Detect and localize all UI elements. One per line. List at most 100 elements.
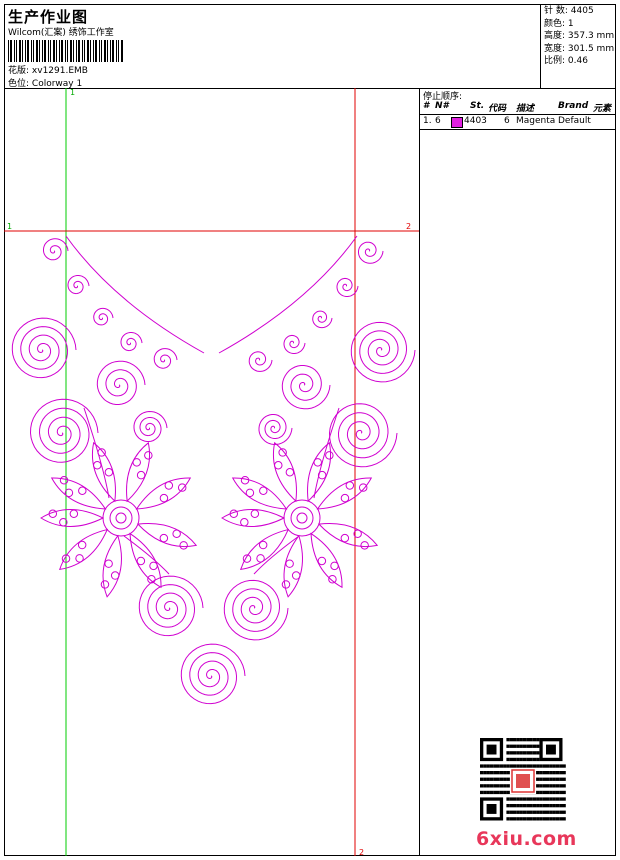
neckline-spiral <box>120 332 143 352</box>
petal-dot <box>149 561 158 571</box>
center-bottom-spiral <box>180 643 246 705</box>
petal-dot <box>69 509 79 518</box>
design-label: 花版: <box>8 66 30 76</box>
flower-petal <box>310 532 343 589</box>
design-value: xv1291.EMB <box>31 66 88 76</box>
guide-label-top: 1 <box>70 88 75 97</box>
design-file: 花版: xv1291.EMB <box>8 63 88 76</box>
company-name: Wilcom(汇案) 绣饰工作室 <box>8 28 114 38</box>
petal-dot <box>172 529 181 538</box>
large-spiral <box>328 403 398 468</box>
guide-label-left: 1 <box>7 222 12 231</box>
neckline-spiral <box>67 275 90 295</box>
col-element: 元素 <box>593 104 612 114</box>
neckline-spiral <box>93 307 114 326</box>
petal-dot <box>291 571 301 580</box>
petal-dot <box>285 559 294 568</box>
flower-center-inner <box>290 506 314 530</box>
petal-dot <box>250 509 260 518</box>
bottom-spiral <box>138 575 204 637</box>
flower-center <box>102 499 140 537</box>
row-brand: Default <box>558 116 591 126</box>
flower-petal <box>307 441 332 503</box>
row-desc: Magenta <box>516 116 556 126</box>
petal-dot <box>313 458 322 467</box>
petal-dot <box>59 475 69 485</box>
petal-dot <box>78 486 87 495</box>
neckline-spiral <box>248 351 273 372</box>
petal-dot <box>256 554 265 563</box>
flower-petal <box>272 441 297 503</box>
flower-petal <box>40 509 105 527</box>
barcode <box>8 40 123 62</box>
petal-dot <box>110 571 120 580</box>
petal-dot <box>132 458 141 467</box>
petal-dot <box>164 481 174 490</box>
stop-table-header: # N# St. 代码 描述 Brand 元素 <box>420 100 616 115</box>
neckline-spiral <box>43 238 69 261</box>
stat-scale: 比例: 0.46 <box>544 56 588 66</box>
petal-dot <box>75 554 84 563</box>
petal-dot <box>179 541 188 550</box>
design-canvas: 1 1 2 2 <box>4 88 419 856</box>
flower-petal <box>231 477 288 510</box>
petal-dot <box>77 540 87 550</box>
table-row: 1. 6 4403 6 Magenta Default <box>420 115 616 130</box>
petal-dot <box>259 486 268 495</box>
petal-dot <box>340 493 350 503</box>
neckline-spiral <box>358 241 384 264</box>
col-brand: Brand <box>558 101 589 111</box>
guide-label-right: 2 <box>406 222 411 231</box>
flower-petal <box>91 441 116 503</box>
large-spiral <box>350 321 416 383</box>
flower-center-core <box>115 512 127 524</box>
petal-dot <box>136 556 146 566</box>
header: 生产作业图 Wilcom(汇案) 绣饰工作室 花版: xv1291.EMB 色位… <box>4 4 616 89</box>
col-num: # <box>423 101 430 111</box>
petal-dot <box>159 533 169 543</box>
stat-width: 宽度: 301.5 mm <box>544 43 615 54</box>
row-stitches: 4403 <box>464 116 487 126</box>
petal-dot <box>340 533 350 543</box>
flower-center-inner <box>109 506 133 530</box>
watermark-logo: 6xiu.com <box>476 828 577 850</box>
col-needle: N# <box>435 101 449 111</box>
flower-petal <box>221 509 286 527</box>
neckline-spiral <box>153 348 178 369</box>
large-spiral <box>29 398 99 463</box>
petal-dot <box>274 461 283 470</box>
petal-dot <box>325 451 334 460</box>
petal-dot <box>317 556 327 566</box>
bottom-spiral <box>223 579 289 641</box>
petal-dot <box>258 540 268 550</box>
qr-code <box>480 738 566 824</box>
petal-dot <box>240 475 250 485</box>
petal-dot <box>144 451 153 460</box>
stats-panel: 针 数: 4405 颜色: 1 高度: 357.3 mm 宽度: 301.5 m… <box>540 4 616 88</box>
flower-petal <box>136 523 198 548</box>
petal-dot <box>345 481 355 490</box>
small-spiral <box>133 410 168 442</box>
neckline-stem <box>218 235 358 354</box>
petal-dot <box>104 468 114 477</box>
petal-dot <box>93 461 102 470</box>
flower-petal <box>50 477 107 510</box>
petal-dot <box>245 488 255 498</box>
document-title: 生产作业图 <box>8 8 89 26</box>
flower-petal <box>316 477 373 510</box>
col-desc: 描述 <box>516 104 535 114</box>
flower-center-core <box>296 512 308 524</box>
row-num: 1. <box>423 116 432 126</box>
flower-petal <box>58 528 109 571</box>
medium-spiral <box>96 360 146 405</box>
petal-dot <box>159 493 169 503</box>
color-swatch <box>451 117 463 128</box>
stat-colors: 颜色: 1 <box>544 18 574 29</box>
petal-dot <box>285 468 295 477</box>
flower-center <box>283 499 321 537</box>
guide-label-bottom: 2 <box>359 848 364 856</box>
neckline-stem <box>65 235 205 354</box>
row-needle: 6 <box>435 116 441 126</box>
petal-dot <box>330 561 339 571</box>
small-spiral <box>258 414 293 446</box>
